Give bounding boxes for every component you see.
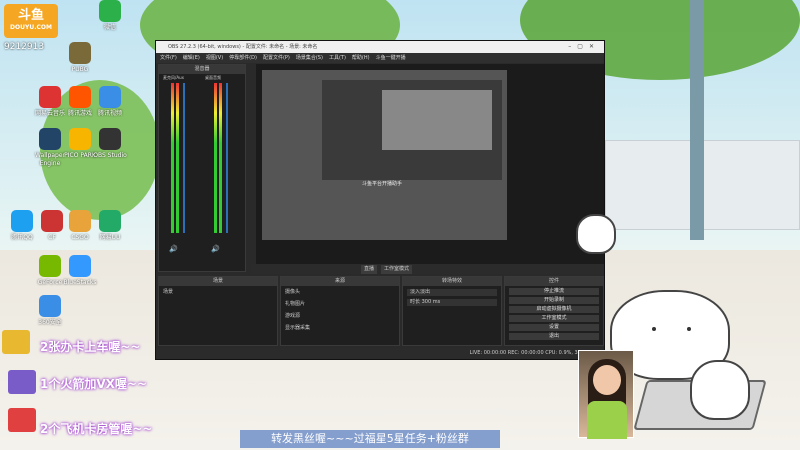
obs-status-bar: LIVE: 00:00:00 REC: 00:00:00 CPU: 0.9%, …	[156, 348, 604, 359]
desktop-icon[interactable]: PUBG	[58, 42, 102, 74]
sources-title: 来源	[281, 277, 399, 286]
app-icon	[69, 42, 91, 64]
bottom-banner: 转发黑丝喔~~~过福星5星任务+粉丝群	[240, 430, 500, 448]
mixer-channel-label: 麦克风/Aux	[163, 75, 184, 80]
controls-dock: 控件 停止推流 开始录制 启动虚拟摄像机 工作室模式 设置 退出	[504, 276, 604, 346]
sources-dock: 来源 摄像头 礼物图片 游戏源 显示器采集	[280, 276, 400, 346]
source-item[interactable]: 显示器采集	[281, 322, 399, 334]
menu-item-douyu[interactable]: 斗鱼一键开播	[376, 53, 406, 63]
desktop-icon[interactable]: OBS Studio	[88, 128, 132, 160]
desktop-icon[interactable]: 网易UU	[88, 210, 132, 242]
app-icon	[99, 86, 121, 108]
obs-titlebar[interactable]: OBS 27.2.3 (64-bit, windows) - 配置文件: 未命名…	[156, 41, 604, 53]
obs-title: OBS 27.2.3 (64-bit, windows) - 配置文件: 未命名…	[168, 44, 318, 50]
mixer-channel-label: 桌面音频	[205, 75, 221, 80]
desktop-icon-label: 网易UU	[99, 234, 121, 241]
cat-paw	[690, 360, 750, 420]
cat-eye	[652, 327, 656, 331]
window-controls[interactable]: –▢✕	[568, 41, 600, 53]
transition-duration[interactable]: 时长 300 ms	[407, 299, 497, 306]
obs-docks: 场景 场景 来源 摄像头 礼物图片 游戏源 显示器采集 转场特效 淡入淡出 时长…	[158, 276, 604, 346]
studio-mode-button[interactable]: 工作室模式	[381, 265, 413, 274]
menu-item-edit[interactable]: 编辑(E)	[183, 53, 200, 63]
overlay-line-2: 1个火箭加VX喔~~	[40, 377, 147, 391]
cat-eye	[687, 327, 691, 331]
duration-value: 300 ms	[421, 299, 441, 305]
studio-mode-toggle[interactable]: 工作室模式	[509, 315, 599, 322]
virtual-camera-button[interactable]: 启动虚拟摄像机	[509, 306, 599, 313]
preview-image: 斗鱼平台开播助手	[262, 70, 507, 240]
settings-button[interactable]: 设置	[509, 324, 599, 331]
bongo-cat-small	[576, 214, 616, 254]
desktop-icon-area: 网易云音乐 腾讯游戏 腾讯视频 Wallpaper Engine PICO PA…	[0, 0, 150, 330]
source-item[interactable]: 摄像头	[281, 286, 399, 298]
transitions-dock: 转场特效 淡入淡出 时长 300 ms	[402, 276, 502, 346]
obs-window[interactable]: OBS 27.2.3 (64-bit, windows) - 配置文件: 未命名…	[155, 40, 616, 360]
mixer-title: 混音器	[159, 65, 245, 74]
menu-item-file[interactable]: 文件(F)	[160, 53, 177, 63]
desktop-icon-label: PUBG	[71, 66, 89, 73]
app-icon	[39, 295, 61, 317]
studio-mode-bar: 直播 工作室模式	[251, 264, 604, 274]
menu-item-tools[interactable]: 工具(T)	[329, 53, 346, 63]
desktop-icon[interactable]: BlueStacks	[58, 255, 102, 287]
desktop-icon-label: 腾讯视频	[97, 110, 122, 117]
webcam-overlay	[578, 350, 634, 439]
overlay-line-3: 2个飞机卡房管喔~~	[40, 422, 153, 436]
desktop-icon-label: OBS Studio	[93, 152, 127, 159]
app-icon	[99, 128, 121, 150]
desktop-icon-label: 微信	[103, 24, 116, 31]
desktop-icon[interactable]: 腾讯视频	[88, 86, 132, 118]
transitions-title: 转场特效	[403, 277, 501, 286]
scene-item[interactable]: 场景	[159, 286, 277, 298]
desktop-icon-label: BlueStacks	[63, 279, 97, 286]
volume-fader[interactable]	[183, 83, 185, 233]
overlay-line-1: 2张办卡上车喔~~	[40, 340, 141, 354]
desktop-icon-label: CSGO	[71, 234, 89, 241]
gift-icon	[2, 330, 30, 354]
nested-preview	[382, 90, 492, 150]
menu-item-view[interactable]: 视图(V)	[206, 53, 223, 63]
audio-mixer: 混音器 麦克风/Aux 桌面音频 🔊 🔊	[158, 64, 246, 272]
controls-title: 控件	[505, 277, 603, 286]
scenes-title: 场景	[159, 277, 277, 286]
live-button[interactable]: 直播	[361, 265, 378, 274]
desktop-icon[interactable]: 360安全	[28, 295, 72, 327]
preview-canvas[interactable]: 斗鱼平台开播助手	[256, 64, 616, 264]
obs-menubar: 文件(F) 编辑(E) 视图(V) 停靠部件(D) 配置文件(P) 场景集合(S…	[156, 53, 604, 63]
exit-button[interactable]: 退出	[509, 333, 599, 340]
menu-item-scene-collection[interactable]: 场景集合(S)	[296, 53, 323, 63]
desktop-icon[interactable]: 微信	[88, 0, 132, 32]
volume-fader[interactable]	[226, 83, 228, 233]
app-icon	[69, 255, 91, 277]
source-item[interactable]: 游戏源	[281, 310, 399, 322]
app-icon	[99, 0, 121, 22]
menu-item-help[interactable]: 帮助(H)	[352, 53, 370, 63]
volume-meter	[219, 83, 222, 233]
rocket-icon	[8, 370, 36, 394]
volume-meter	[214, 83, 217, 233]
webcam-body	[587, 401, 627, 439]
scenes-dock: 场景 场景	[158, 276, 278, 346]
preview-caption: 斗鱼平台开播助手	[362, 181, 403, 187]
volume-meter	[171, 83, 174, 233]
source-item[interactable]: 礼物图片	[281, 298, 399, 310]
wallpaper-pole	[690, 0, 704, 240]
plane-icon	[8, 408, 36, 432]
transition-select[interactable]: 淡入淡出	[407, 289, 497, 296]
volume-meter	[176, 83, 179, 233]
webcam-face	[593, 365, 621, 395]
app-icon	[99, 210, 121, 232]
duration-label: 时长	[410, 299, 421, 305]
desktop-icon-label: 360安全	[38, 319, 62, 326]
start-recording-button[interactable]: 开始录制	[509, 297, 599, 304]
speaker-icon[interactable]: 🔊	[211, 245, 220, 253]
desktop-icon-label: CF	[48, 234, 56, 241]
stop-streaming-button[interactable]: 停止推流	[509, 288, 599, 295]
speaker-icon[interactable]: 🔊	[169, 245, 178, 253]
menu-item-profile[interactable]: 配置文件(P)	[263, 53, 290, 63]
menu-item-docks[interactable]: 停靠部件(D)	[229, 53, 257, 63]
